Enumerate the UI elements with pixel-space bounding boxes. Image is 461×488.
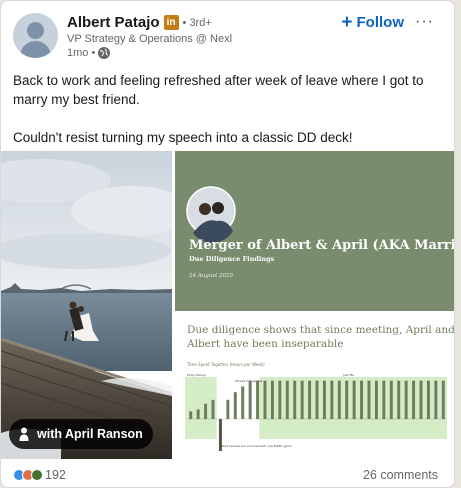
chart-bar: [278, 380, 282, 419]
chart-bar: [412, 380, 416, 419]
reaction-count: 192: [45, 468, 66, 482]
chart-bar: [256, 380, 260, 419]
tagged-person-chip[interactable]: with April Ranson: [9, 419, 153, 449]
comments-count[interactable]: 26 comments: [363, 468, 438, 482]
tagged-person-label: with April Ranson: [37, 427, 143, 441]
chart-region-label: Just Me: [342, 373, 354, 377]
more-options-icon[interactable]: ···: [415, 13, 434, 31]
chart-bar: [308, 380, 312, 419]
slide2-heading-line2: Albert have been inseparable: [186, 338, 344, 350]
post-paragraph: Couldn't resist turning my speech into a…: [13, 130, 353, 145]
chart-bar: [196, 409, 200, 419]
chart-bar: [293, 380, 297, 419]
chart-bar: [285, 380, 289, 419]
follow-button[interactable]: + Follow: [341, 11, 405, 33]
chart-bar: [322, 380, 326, 419]
post-meta: 1mo •: [67, 47, 111, 59]
chart-bar: [189, 411, 193, 419]
chart-bar: [248, 380, 252, 419]
wedding-photo[interactable]: with April Ranson: [1, 151, 172, 459]
chart-bar: [337, 380, 341, 419]
chart-bar: [374, 380, 378, 419]
chart-bar: [270, 380, 274, 419]
post-header: Albert Patajo in • 3rd+ VP Strategy & Op…: [13, 13, 444, 63]
chart-region-label: Early Dating: [187, 373, 206, 377]
avatar[interactable]: [13, 13, 58, 58]
chart-bar: [360, 380, 364, 419]
chart-bar: [367, 380, 371, 419]
chart-bar: [241, 386, 245, 419]
slide2-heading-line1: Due diligence shows that since meeting, …: [187, 324, 454, 336]
reaction-icons: [13, 469, 43, 481]
chart-bar: [211, 399, 215, 419]
author-name[interactable]: Albert Patajo: [67, 14, 160, 31]
wedding-photo-image: [1, 151, 172, 459]
plus-icon: +: [341, 11, 353, 33]
follow-label: Follow: [356, 14, 405, 31]
time-together-chart: Early DatingMoved in togetherJust MeAlbe…: [185, 373, 447, 451]
chart-bar: [263, 380, 267, 419]
post-media[interactable]: with April Ranson Merger of Albert & Apr…: [1, 151, 454, 459]
chart-bar: [389, 380, 393, 419]
slide1-title: Merger of Albert & April (AKA Marriage): [189, 238, 454, 253]
celebrate-icon: [31, 469, 43, 481]
author-line: Albert Patajo in • 3rd+: [67, 14, 212, 31]
chart-bar: [419, 380, 423, 419]
chart-bar: [441, 380, 445, 419]
chart-bar: [404, 380, 408, 419]
chart-bar: [352, 380, 356, 419]
slide1-date: 24 August 2025: [188, 273, 234, 279]
post-card: Albert Patajo in • 3rd+ VP Strategy & Op…: [0, 0, 455, 488]
chart-bar: [330, 380, 334, 419]
chart-bar: [397, 380, 401, 419]
chart-bar: [226, 399, 230, 419]
slide1-subtitle: Due Diligence Findings: [189, 255, 275, 263]
reactions[interactable]: 192: [13, 468, 66, 482]
chart-footnote: Albert became pre-occupied with new Netf…: [220, 444, 292, 448]
author-headline: VP Strategy & Operations @ Nexl: [67, 33, 233, 45]
globe-icon: [98, 47, 111, 59]
linkedin-premium-icon: in: [163, 15, 179, 30]
deck-slides[interactable]: Merger of Albert & April (AKA Marriage) …: [175, 151, 454, 459]
chart-bar: [300, 380, 304, 419]
chart-bar: [434, 380, 438, 419]
post-footer: 192 26 comments: [13, 466, 438, 484]
post-paragraph: Back to work and feeling refreshed after…: [13, 73, 424, 107]
chart-bar: [204, 403, 208, 419]
chart-bar: [233, 392, 237, 419]
chart-title: Time Spent Together (Hours per Week): [186, 362, 265, 367]
deck-slides-image: Merger of Albert & April (AKA Marriage) …: [175, 151, 454, 451]
chart-bar: [426, 380, 430, 419]
person-icon: [19, 427, 29, 441]
post-time: 1mo •: [67, 47, 96, 59]
chart-bar: [382, 380, 386, 419]
chart-bar: [315, 380, 319, 419]
connection-degree: • 3rd+: [182, 16, 212, 29]
chart-bar: [345, 380, 349, 419]
